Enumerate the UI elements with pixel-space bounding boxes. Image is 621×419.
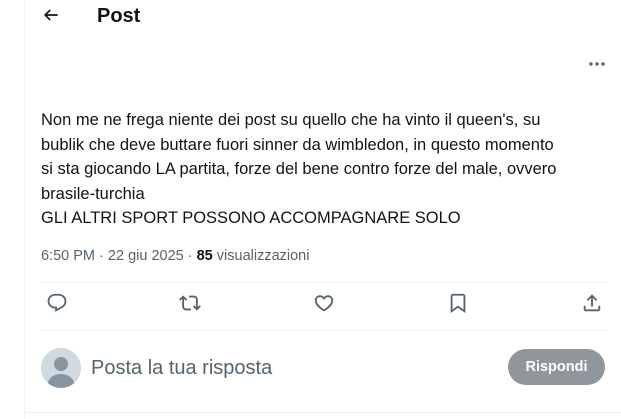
bookmark-icon (447, 292, 469, 319)
views-label: visualizzazioni (216, 248, 310, 264)
share-button[interactable] (575, 288, 609, 322)
repost-button[interactable] (173, 288, 207, 322)
post-detail-view: Post Non me ne frega niente dei post su … (0, 0, 621, 419)
post-text: Non me ne frega niente dei post su quell… (41, 108, 601, 231)
post-text-line: GLI ALTRI SPORT POSSONO ACCOMPAGNARE SOL… (41, 209, 461, 227)
avatar (41, 348, 81, 388)
page-title: Post (97, 5, 141, 27)
more-horizontal-icon (588, 54, 606, 72)
post-text-line: bublik che deve buttare fuori sinner da … (41, 135, 554, 154)
column-border (24, 0, 25, 419)
reply-input[interactable] (91, 354, 471, 382)
post-text-line: Non me ne frega niente dei post su quell… (41, 111, 541, 129)
divider (41, 282, 607, 283)
comment-icon (46, 292, 68, 319)
meta-separator: · (187, 248, 193, 264)
post-text-line: si sta giocando LA partita, forze del be… (41, 160, 557, 178)
repost-icon (179, 292, 201, 319)
back-button[interactable] (36, 2, 66, 32)
reply-submit-button[interactable]: Rispondi (508, 349, 605, 385)
post-text-line: brasile-turchia (41, 184, 145, 203)
views-count: 85 (196, 248, 213, 264)
post-date[interactable]: 22 giu 2025 (108, 248, 184, 264)
meta-separator: · (99, 248, 104, 264)
heart-icon (313, 292, 335, 319)
bookmark-button[interactable] (441, 288, 475, 322)
post-meta: 6:50 PM · 22 giu 2025 · 85 visualizzazio… (41, 246, 309, 266)
divider (41, 330, 607, 331)
post-actions-bar (41, 288, 607, 324)
post-time[interactable]: 6:50 PM (41, 248, 95, 264)
divider (24, 412, 621, 413)
like-button[interactable] (307, 288, 341, 322)
arrow-left-icon (41, 5, 61, 30)
reply-button[interactable] (40, 288, 74, 322)
more-options-button[interactable] (584, 52, 610, 74)
share-icon (581, 292, 603, 319)
